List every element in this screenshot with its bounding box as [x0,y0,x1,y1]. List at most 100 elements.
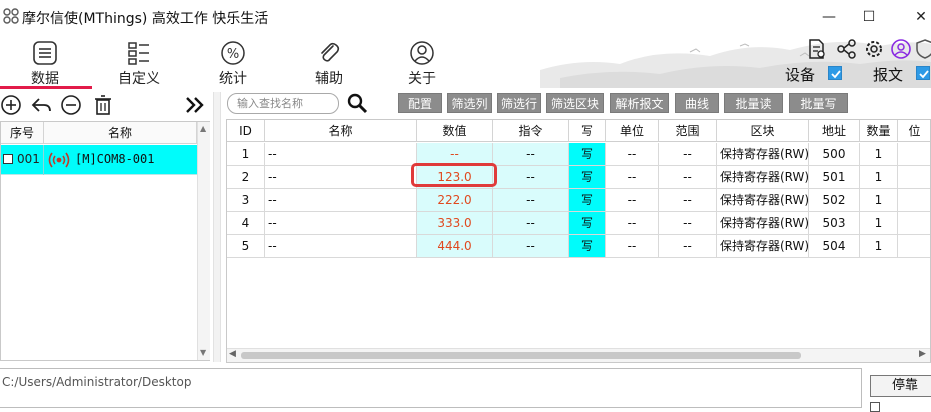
paperclip-icon [321,42,340,62]
device-row[interactable]: 001 [M]COM8-001 [1,145,197,175]
column-header-block[interactable]: 区块 [717,120,809,142]
device-list-scrollbar[interactable]: ▲ ▼ [197,122,210,360]
cell-address: 502 [809,189,860,212]
column-header-write[interactable]: 写 [569,120,606,142]
cell-block: 保持寄存器(RW) [717,166,809,189]
cell-range: -- [659,212,717,235]
minimize-button[interactable]: — [818,6,840,28]
cell-block: 保持寄存器(RW) [717,212,809,235]
filter-columns-button[interactable]: 筛选列 [447,93,492,113]
scroll-down-arrow-icon[interactable]: ▼ [200,348,206,357]
curve-button[interactable]: 曲线 [675,93,719,113]
device-name-header[interactable]: 名称 [44,122,197,144]
scroll-up-arrow-icon[interactable]: ▲ [200,124,206,133]
cell-bit [898,212,930,235]
tab-data[interactable]: 数据 [5,40,85,90]
search-input[interactable]: 输入查找名称 [227,93,339,114]
cell-write[interactable]: 写 [569,143,606,166]
filter-rows-button[interactable]: 筛选行 [497,93,541,113]
panel-splitter[interactable] [213,92,221,362]
device-row-name: [M]COM8-001 [75,152,155,166]
undo-icon[interactable] [30,94,52,116]
tab-custom[interactable]: 自定义 [99,40,179,90]
column-header-unit[interactable]: 单位 [606,120,659,142]
cell-write[interactable]: 写 [569,166,606,189]
tab-data-label: 数据 [31,71,59,87]
dock-button[interactable]: 停靠 [870,375,931,397]
scroll-left-arrow-icon[interactable]: ◀ [229,349,236,359]
double-chevron-right-icon[interactable] [184,94,206,116]
cell-command: -- [493,212,569,235]
config-button[interactable]: 配置 [398,93,442,113]
column-header-id[interactable]: ID [227,120,265,142]
cell-name: -- [265,189,417,212]
share-icon[interactable] [836,38,858,60]
column-header-count[interactable]: 数量 [860,120,898,142]
signal-broadcast-icon [48,152,70,168]
cell-command: -- [493,143,569,166]
active-tab-indicator [0,86,92,89]
cell-block: 保持寄存器(RW) [717,189,809,212]
tab-assist[interactable]: 辅助 [289,40,369,90]
column-header-address[interactable]: 地址 [809,120,860,142]
column-header-command[interactable]: 指令 [493,120,569,142]
cell-name: -- [265,235,417,258]
horizontal-scrollbar[interactable]: ◀ ▶ [227,348,930,362]
column-header-range[interactable]: 范围 [659,120,717,142]
cell-unit: -- [606,235,659,258]
column-header-value[interactable]: 数值 [417,120,493,142]
cell-value[interactable]: 333.0 [417,212,493,235]
cell-name: -- [265,143,417,166]
tab-custom-label: 自定义 [118,71,160,87]
cell-value[interactable]: 444.0 [417,235,493,258]
cell-count: 1 [860,212,898,235]
device-index-header[interactable]: 序号 [1,122,44,144]
close-button[interactable]: ✕ [910,6,931,28]
batch-read-button[interactable]: 批量读 [724,93,783,113]
cell-name: -- [265,166,417,189]
cell-block: 保持寄存器(RW) [717,143,809,166]
parse-message-button[interactable]: 解析报文 [610,93,669,113]
path-display[interactable]: C:/Users/Administrator/Desktop [0,368,862,408]
cell-name: -- [265,212,417,235]
cell-count: 1 [860,143,898,166]
shield-check-icon[interactable] [914,38,931,60]
document-settings-icon[interactable] [806,38,828,60]
cell-write[interactable]: 写 [569,235,606,258]
cell-count: 1 [860,235,898,258]
scroll-right-arrow-icon[interactable]: ▶ [919,349,926,359]
trash-icon[interactable] [92,94,114,116]
cell-address: 503 [809,212,860,235]
column-header-name[interactable]: 名称 [265,120,417,142]
filter-blocks-button[interactable]: 筛选区块 [546,93,604,113]
gear-icon[interactable] [863,38,885,60]
cell-address: 504 [809,235,860,258]
message-checkbox[interactable] [916,66,930,80]
bottom-checkbox[interactable] [870,402,880,412]
batch-write-button[interactable]: 批量写 [789,93,848,113]
remove-circle-icon[interactable] [60,94,82,116]
device-checkbox[interactable] [828,66,842,80]
scrollbar-thumb[interactable] [241,352,801,359]
cell-write[interactable]: 写 [569,189,606,212]
tab-statistics[interactable]: % 统计 [193,40,273,90]
device-row-checkbox[interactable] [3,154,13,164]
add-circle-icon[interactable] [0,94,22,116]
cell-block: 保持寄存器(RW) [717,235,809,258]
tab-about[interactable]: 关于 [382,40,462,90]
highlight-annotation [411,163,497,187]
cell-address: 500 [809,143,860,166]
cell-count: 1 [860,166,898,189]
list-icon [33,41,57,65]
search-icon[interactable] [346,92,368,114]
cell-value[interactable]: 222.0 [417,189,493,212]
cell-command: -- [493,166,569,189]
user-profile-icon[interactable] [890,38,912,60]
maximize-button[interactable]: ☐ [858,6,880,28]
cell-command: -- [493,235,569,258]
cell-write[interactable]: 写 [569,212,606,235]
window-title: 摩尔信使(MThings) 高效工作 快乐生活 [22,11,269,27]
cell-bit [898,189,930,212]
svg-text:%: % [227,47,239,62]
column-header-bit[interactable]: 位 [898,120,930,142]
